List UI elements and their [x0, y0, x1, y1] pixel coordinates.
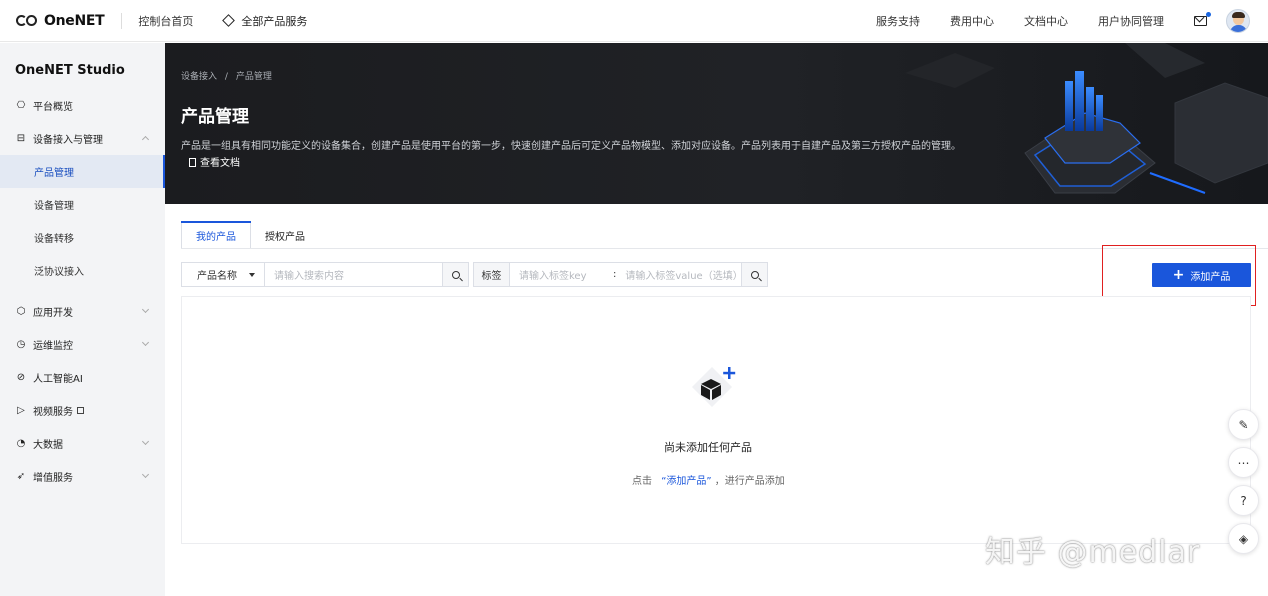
sidebar-subitem-device-management[interactable]: 设备管理: [0, 188, 165, 221]
sidebar-subitem-device-transfer[interactable]: 设备转移: [0, 221, 165, 254]
sidebar-item-label: 人工智能AI: [33, 374, 83, 385]
service-button[interactable]: ◈: [1228, 523, 1259, 554]
top-divider: [121, 12, 123, 29]
page-title: 产品管理: [181, 107, 249, 127]
tag-search-button[interactable]: [742, 262, 769, 287]
onenet-logo[interactable]: OneNET: [16, 0, 105, 42]
breadcrumb-current: 产品管理: [235, 72, 272, 82]
sidebar-item-app-dev[interactable]: ⬡ 应用开发: [0, 295, 165, 328]
overview-icon: ⎔: [16, 99, 26, 111]
product-search: 产品名称 请输入搜索内容: [181, 262, 469, 287]
help-button[interactable]: ?: [1228, 485, 1259, 516]
nav-docs-center[interactable]: 文档中心: [1024, 13, 1068, 29]
tab-my-products[interactable]: 我的产品: [181, 221, 251, 249]
tag-value-input[interactable]: 请输入标签value（选填）: [616, 262, 743, 287]
monitor-icon: ◷: [16, 338, 26, 350]
console-home-link[interactable]: 控制台首页: [138, 13, 193, 29]
search-button[interactable]: [443, 262, 469, 287]
breadcrumb: 设备接入 / 产品管理: [181, 69, 272, 82]
top-bar: OneNET 控制台首页 全部产品服务 服务支持 费用中心 文档中心 用户协同管…: [0, 0, 1268, 42]
sidebar-item-label: 平台概览: [33, 102, 73, 113]
breadcrumb-device-access[interactable]: 设备接入: [181, 72, 217, 82]
search-icon: [451, 270, 460, 279]
chevron-down-icon: [141, 470, 150, 479]
notification-dot: [1206, 12, 1211, 17]
diamond-icon: [222, 14, 236, 27]
banner-illustration: [905, 43, 1268, 194]
add-product-label: 添加产品: [1190, 271, 1231, 283]
product-list-panel: [181, 296, 1251, 544]
hint-prefix: 点击: [632, 476, 652, 487]
sidebar-item-label: 应用开发: [33, 308, 73, 319]
sidebar-item-video[interactable]: ▷ 视频服务: [0, 394, 165, 427]
sidebar-item-ops-monitor[interactable]: ◷ 运维监控: [0, 328, 165, 361]
caret-down-icon: [249, 273, 255, 277]
edit-icon: ✎: [1238, 417, 1249, 432]
value-added-icon: ➶: [16, 470, 26, 482]
search-field-value: 产品名称: [197, 271, 237, 282]
hint-add-product-link[interactable]: “添加产品”: [661, 476, 711, 487]
search-input[interactable]: 请输入搜索内容: [265, 262, 443, 287]
chevron-down-icon: [141, 338, 150, 347]
studio-title: OneNET Studio: [15, 63, 125, 78]
hint-suffix: ，进行产品添加: [714, 476, 785, 487]
description-text: 产品是一组具有相同功能定义的设备集合，创建产品是使用平台的第一步，快速创建产品后…: [181, 141, 961, 152]
top-right-nav: 服务支持 费用中心 文档中心 用户协同管理: [876, 0, 1268, 42]
document-icon: [189, 158, 196, 167]
logo-text: OneNET: [44, 12, 105, 29]
nav-billing-center[interactable]: 费用中心: [950, 13, 994, 29]
app-icon: ⬡: [16, 305, 26, 317]
device-icon: ⊟: [16, 132, 26, 144]
sidebar-item-label: 增值服务: [33, 473, 73, 484]
plus-icon: +: [1172, 267, 1185, 283]
help-icon: ?: [1240, 493, 1247, 508]
all-products-label: 全部产品服务: [241, 14, 308, 28]
product-tabs: 我的产品 授权产品: [181, 221, 319, 249]
chevron-down-icon: [141, 305, 150, 314]
sidebar-item-label: 运维监控: [33, 341, 73, 352]
watermark: 知乎 @medlar: [985, 535, 1201, 570]
sidebar-item-label: 设备接入与管理: [33, 135, 103, 146]
tag-label: 标签: [473, 262, 510, 287]
sidebar: OneNET Studio ⎔ 平台概览 ⊟ 设备接入与管理 产品管理 设备管理…: [0, 43, 165, 596]
sidebar-item-device-access[interactable]: ⊟ 设备接入与管理: [0, 122, 165, 155]
external-link-icon: [77, 407, 84, 414]
chat-icon: ⋯: [1237, 455, 1250, 470]
search-icon: [750, 270, 759, 279]
nav-user-collaboration[interactable]: 用户协同管理: [1098, 13, 1164, 29]
breadcrumb-separator: /: [224, 72, 228, 82]
tag-key-input[interactable]: 请输入标签key: [510, 262, 613, 287]
sidebar-subitem-product-management[interactable]: 产品管理: [0, 155, 165, 188]
onenet-logo-mark: [16, 14, 42, 28]
view-docs-label: 查看文档: [200, 158, 240, 169]
ai-icon: ⊘: [16, 371, 26, 383]
sidebar-item-overview[interactable]: ⎔ 平台概览: [0, 89, 165, 122]
page-description: 产品是一组具有相同功能定义的设备集合，创建产品是使用平台的第一步，快速创建产品后…: [181, 138, 981, 172]
video-icon: ▷: [17, 404, 25, 416]
chat-button[interactable]: ⋯: [1228, 447, 1259, 478]
empty-box-icon: [692, 367, 736, 407]
sidebar-item-ai[interactable]: ⊘ 人工智能AI: [0, 361, 165, 394]
empty-state-hint: 点击 “添加产品” ，进行产品添加: [632, 472, 785, 487]
mail-icon[interactable]: [1194, 12, 1211, 26]
add-product-button[interactable]: + 添加产品: [1152, 263, 1251, 287]
feedback-button[interactable]: ✎: [1228, 409, 1259, 440]
tab-authorized-products[interactable]: 授权产品: [251, 221, 319, 249]
all-products-menu[interactable]: 全部产品服务: [222, 13, 308, 29]
sidebar-item-value-added[interactable]: ➶ 增值服务: [0, 460, 165, 493]
empty-state-title: 尚未添加任何产品: [664, 441, 752, 454]
chevron-up-icon: [141, 135, 150, 144]
avatar[interactable]: [1226, 9, 1250, 33]
tag-search: 标签 请输入标签key : 请输入标签value（选填）: [473, 262, 769, 287]
nav-service-support[interactable]: 服务支持: [876, 13, 920, 29]
sidebar-subitem-protocol-access[interactable]: 泛协议接入: [0, 254, 165, 287]
search-field-select[interactable]: 产品名称: [181, 262, 265, 287]
view-docs-link[interactable]: 查看文档: [189, 158, 240, 169]
service-icon: ◈: [1238, 531, 1249, 546]
sidebar-item-label: 视频服务: [33, 407, 73, 418]
page-banner: 设备接入 / 产品管理 产品管理 产品是一组具有相同功能定义的设备集合，创建产品…: [165, 43, 1268, 204]
